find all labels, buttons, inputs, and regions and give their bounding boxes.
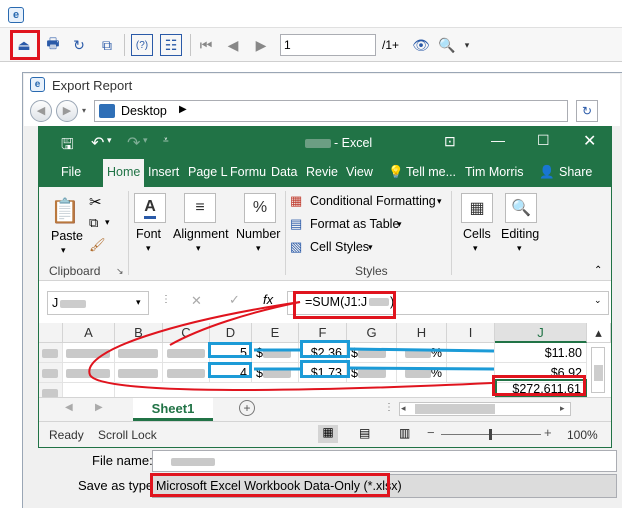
zoom-slider-thumb[interactable] xyxy=(489,429,492,440)
status-ready: Ready xyxy=(49,428,84,442)
scroll-right-icon[interactable]: ▸ xyxy=(560,403,565,414)
add-sheet-icon[interactable]: + xyxy=(239,400,255,416)
sheet-tab-sheet1[interactable]: Sheet1 xyxy=(133,398,213,421)
prev-sheet-icon[interactable]: ◀ xyxy=(65,402,73,413)
zoom-in-icon[interactable]: + xyxy=(544,425,552,440)
page-layout-view-icon[interactable]: ▤ xyxy=(359,426,370,440)
normal-view-icon[interactable]: ▦ xyxy=(318,425,338,443)
horizontal-scroll-thumb[interactable] xyxy=(415,404,495,414)
result-arrow-line xyxy=(349,347,495,353)
file-name-input[interactable] xyxy=(152,450,617,472)
save-as-type-highlight xyxy=(150,473,390,497)
status-scroll-lock: Scroll Lock xyxy=(98,428,157,442)
scroll-left-icon[interactable]: ◂ xyxy=(401,403,406,414)
excel-status-bar: Ready Scroll Lock ▦ ▤ ▥ − + 100% xyxy=(39,421,611,447)
zoom-level[interactable]: 100% xyxy=(567,428,598,442)
result-arrow-line xyxy=(349,366,495,371)
sum-loop-curve xyxy=(88,301,493,391)
zoom-out-icon[interactable]: − xyxy=(427,425,435,440)
sheet-tabs-bar: ◀ ▶ Sheet1 + ⋮ ◂ ▸ xyxy=(39,397,611,421)
save-as-type-label: Save as type: xyxy=(78,478,157,493)
file-name-label: File name: xyxy=(92,453,153,468)
page-break-view-icon[interactable]: ▥ xyxy=(399,426,410,440)
next-sheet-icon[interactable]: ▶ xyxy=(95,402,103,413)
tab-splitter-icon[interactable]: ⋮ xyxy=(384,402,394,413)
file-name-redacted xyxy=(171,458,215,466)
